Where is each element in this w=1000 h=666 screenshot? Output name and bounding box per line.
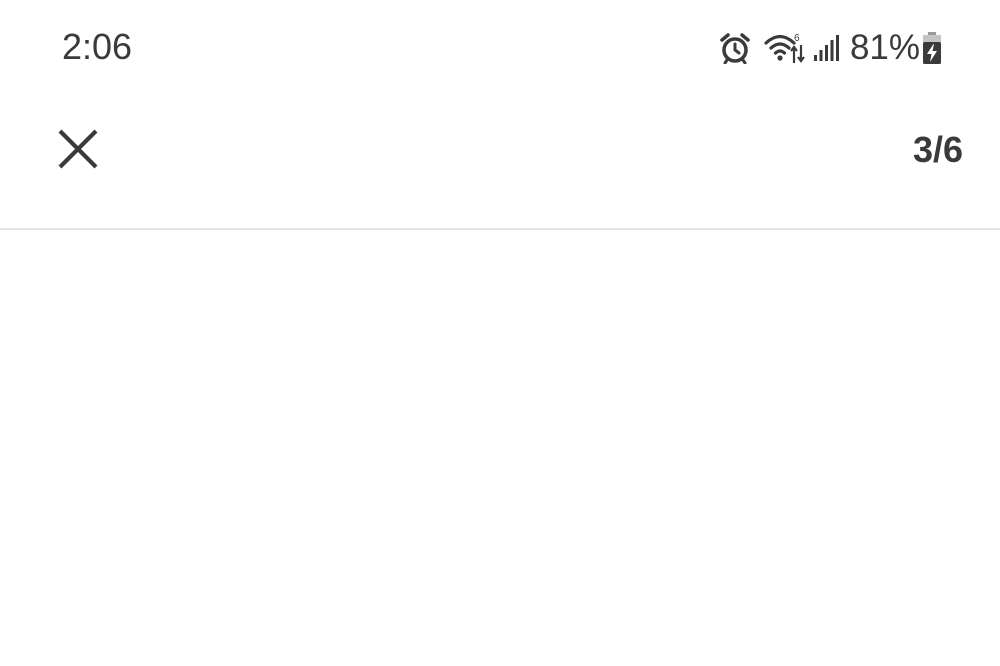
page-counter: 3/6 [912, 129, 963, 170]
close-button[interactable] [48, 121, 108, 181]
status-icons: 6 81% [720, 26, 942, 70]
battery-charging-icon [922, 32, 942, 64]
wifi-icon: 6 [764, 31, 806, 65]
close-icon [57, 128, 99, 175]
svg-text:6: 6 [794, 33, 800, 44]
alarm-icon [720, 32, 750, 64]
screen: 2:06 6 81% 3/6 [0, 0, 1000, 666]
toolbar: 3/6 [0, 95, 1000, 230]
content-area [0, 232, 1000, 666]
status-time: 2:06 [62, 26, 133, 67]
status-bar: 2:06 6 81% [0, 0, 1000, 95]
signal-icon [813, 35, 840, 61]
battery-percent: 81% [849, 28, 920, 67]
